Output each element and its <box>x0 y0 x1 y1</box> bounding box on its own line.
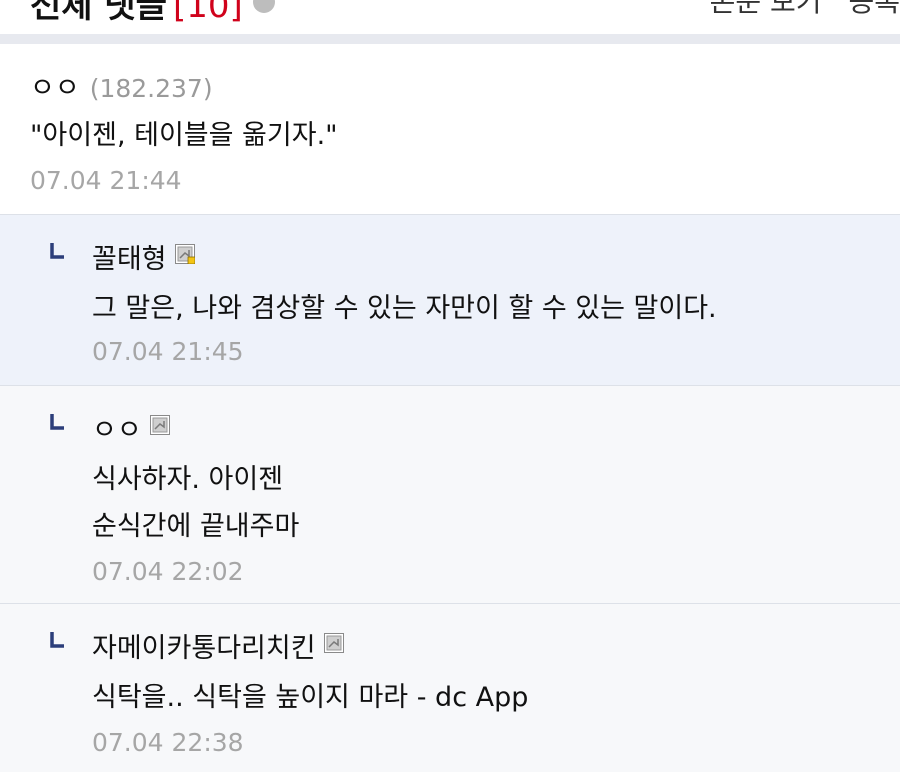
comments-title: 전체 댓글 [10] <box>30 0 275 27</box>
ip-address: (182.237) <box>89 74 213 103</box>
reply-item: 자메이카통다리치킨 식탁을.. 식탁을 높이지 마라 - dc App 07.0… <box>0 604 900 772</box>
reply-date: 07.04 22:38 <box>92 728 244 757</box>
header-divider <box>0 34 900 44</box>
refresh-icon[interactable] <box>252 0 275 13</box>
reply-item: ㅇㅇ 식사하자. 아이젠 순식간에 끝내주마 07.04 22:02 <box>0 386 900 604</box>
nickname-text: 꼴태형 <box>92 244 167 275</box>
nickname-text: ㅇㅇ <box>30 73 80 104</box>
comment-date: 07.04 21:44 <box>30 166 182 195</box>
comment-nickname[interactable]: ㅇㅇ (182.237) <box>30 66 213 105</box>
comments-header: 전체 댓글 [10] 본문 보기 등록 <box>0 0 900 34</box>
reply-arrow-icon <box>50 243 64 259</box>
comment-count: [10] <box>172 0 243 26</box>
nickname-text: ㅇㅇ <box>92 415 142 446</box>
reply-text: 그 말은, 나와 겸상할 수 있는 자만이 할 수 있는 말이다. <box>92 293 717 324</box>
reply-arrow-icon <box>50 414 64 430</box>
header-actions: 본문 보기 등록 <box>692 0 900 20</box>
reply-nickname[interactable]: ㅇㅇ <box>92 408 170 447</box>
fixed-nick-gallog-icon[interactable] <box>174 244 195 264</box>
reply-arrow-icon <box>50 632 64 648</box>
gallog-icon[interactable] <box>149 415 170 435</box>
view-post-link[interactable]: 본문 보기 <box>710 0 822 18</box>
reply-text-line-1: 식사하자. 아이젠 <box>92 464 284 495</box>
reply-text: 식탁을.. 식탁을 높이지 마라 - dc App <box>92 682 529 713</box>
gallog-icon[interactable] <box>323 633 344 653</box>
nickname-text: 자메이카통다리치킨 <box>92 633 316 664</box>
reply-nickname[interactable]: 꼴태형 <box>92 237 195 276</box>
reply-text-line-2: 순식간에 끝내주마 <box>92 511 300 542</box>
comment-item: ㅇㅇ (182.237) "아이젠, 테이블을 옮기자." 07.04 21:44 <box>0 44 900 215</box>
register-link[interactable]: 등록 <box>848 0 900 18</box>
reply-date: 07.04 21:45 <box>92 337 244 366</box>
reply-nickname[interactable]: 자메이카통다리치킨 <box>92 626 344 665</box>
comment-text: "아이젠, 테이블을 옮기자." <box>30 120 338 151</box>
comments-title-label: 전체 댓글 <box>30 0 167 26</box>
reply-item: 꼴태형 그 말은, 나와 겸상할 수 있는 자만이 할 수 있는 말이다. 07… <box>0 215 900 386</box>
reply-date: 07.04 22:02 <box>92 557 244 586</box>
